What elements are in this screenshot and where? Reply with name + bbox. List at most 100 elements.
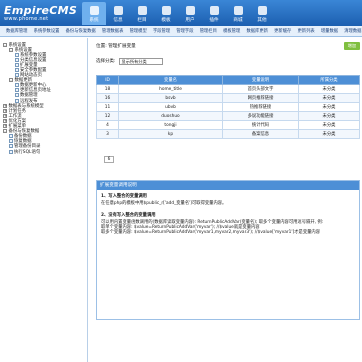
explain-section-2: 2、没有写入整合的变量调用 可以用内置变量函数调用的(数据库读取变量内容): R… bbox=[97, 209, 359, 238]
main-panel: 位置: 管理扩展变量 增加 选择分类: 显示所有分类 ID 变量名 变量说明 所… bbox=[92, 38, 360, 362]
topnav-label: 插件 bbox=[209, 18, 219, 23]
page-icon bbox=[15, 83, 19, 88]
table-row[interactable]: 12 duoshuo 多说功能链接 未分类 bbox=[96, 111, 360, 121]
table-row[interactable]: 3 kp 备案信息 未分类 bbox=[96, 129, 360, 139]
submenu-item[interactable]: 模板管理 bbox=[223, 28, 240, 34]
topnav-label: 用户 bbox=[185, 18, 195, 23]
tree-leaf[interactable]: 执行SQL语句 bbox=[3, 149, 84, 155]
topnav-label: 栏目 bbox=[137, 18, 147, 23]
expand-icon[interactable]: + bbox=[3, 108, 7, 113]
page-icon bbox=[15, 93, 19, 98]
sub-menu-bar: 数据库管理 系统参数设置 备份与恢复数据 管理数据表 管理模型 字段管理 管理字… bbox=[0, 26, 362, 37]
page-icon bbox=[15, 68, 19, 73]
section-text: 取多个变量内容: $value=ReturnPublicAddVar('myva… bbox=[101, 230, 321, 236]
shop-icon bbox=[233, 6, 243, 15]
variables-table: ID 变量名 变量说明 所属分类 18 home_title 首页头部文字 未分… bbox=[96, 75, 360, 139]
cell-name[interactable]: home_title bbox=[118, 84, 223, 94]
expand-icon[interactable]: + bbox=[3, 118, 7, 123]
section-text: 在任意php的模板中用$public_r['add_变量名']可取得变量内容。 bbox=[101, 201, 227, 207]
submenu-item[interactable]: 增量数据 bbox=[321, 28, 338, 34]
cell-name[interactable]: bsvb bbox=[118, 93, 223, 103]
category-select[interactable]: 显示所有分类 bbox=[118, 58, 163, 65]
submenu-item[interactable]: 备份与恢复数据 bbox=[66, 28, 96, 34]
cell-category: 未分类 bbox=[298, 111, 360, 121]
header-bar: EmpireCMS www.phome.net 系统 信息 栏目 模板 用户 插… bbox=[0, 0, 362, 26]
table-row[interactable]: 18 home_title 首页头部文字 未分类 bbox=[96, 84, 360, 94]
submenu-item[interactable]: 更新列表 bbox=[298, 28, 315, 34]
submenu-item[interactable]: 管理字段 bbox=[176, 28, 193, 34]
topnav-template[interactable]: 模板 bbox=[154, 2, 178, 25]
submenu-item[interactable]: 管理模型 bbox=[130, 28, 147, 34]
collapse-icon[interactable]: - bbox=[9, 78, 13, 83]
filter-label: 选择分类: bbox=[96, 59, 116, 65]
submenu-item[interactable]: 管理数据表 bbox=[102, 28, 123, 34]
topnav-system[interactable]: 系统 bbox=[82, 2, 106, 25]
column-header[interactable]: 变量名 bbox=[118, 75, 223, 85]
topnav-plugin[interactable]: 插件 bbox=[202, 2, 226, 25]
section-title: 2、没有写入整合的变量调用 bbox=[101, 212, 156, 218]
expand-icon[interactable]: + bbox=[3, 113, 7, 118]
table-row[interactable]: 11 ubvb 热推荐链接 未分类 bbox=[96, 102, 360, 112]
page-icon bbox=[9, 134, 13, 139]
usage-explanation-panel: 扩展变量调用说明 1、写入整合的变量调用 在任意php的模板中用$public_… bbox=[96, 180, 360, 320]
cell-id: 11 bbox=[96, 102, 119, 112]
topnav-column[interactable]: 栏目 bbox=[130, 2, 154, 25]
collapse-icon[interactable]: - bbox=[3, 129, 7, 134]
plugin-icon bbox=[209, 6, 219, 15]
topnav-label: 其他 bbox=[257, 18, 267, 23]
cell-name[interactable]: ubvb bbox=[118, 102, 223, 112]
topnav-label: 系统 bbox=[89, 18, 99, 23]
cell-category: 未分类 bbox=[298, 102, 360, 112]
submenu-item[interactable]: 管理栏目 bbox=[200, 28, 217, 34]
topnav-user[interactable]: 用户 bbox=[178, 2, 202, 25]
topnav-label: 商城 bbox=[233, 18, 243, 23]
column-header[interactable]: 变量说明 bbox=[222, 75, 299, 85]
cell-category: 未分类 bbox=[298, 120, 360, 130]
expand-icon[interactable]: + bbox=[3, 124, 7, 129]
page-icon bbox=[15, 62, 19, 67]
cell-id: 4 bbox=[96, 120, 119, 130]
table-row[interactable]: 4 tongji 统计代码 未分类 bbox=[96, 120, 360, 130]
expand-icon[interactable]: + bbox=[3, 103, 7, 108]
cell-name[interactable]: tongji bbox=[118, 120, 223, 130]
topnav-label: 模板 bbox=[161, 18, 171, 23]
breadcrumb: 位置: 管理扩展变量 bbox=[96, 44, 136, 49]
cell-name[interactable]: kp bbox=[118, 129, 223, 139]
collapse-icon[interactable]: - bbox=[9, 47, 13, 52]
sidebar-tree: - 系统设置 - 系统设置 系统参数设置 分类信息设置 扩展变量 安全参数配置 网站… bbox=[0, 38, 88, 362]
column-header[interactable]: 所属分类 bbox=[298, 75, 360, 85]
submenu-item[interactable]: 字段管理 bbox=[153, 28, 170, 34]
topnav-info[interactable]: 信息 bbox=[106, 2, 130, 25]
panel-title: 扩展变量调用说明 bbox=[97, 181, 359, 190]
table-row[interactable]: 16 bsvb 网页推荐链接 未分类 bbox=[96, 93, 360, 103]
collapse-icon[interactable]: - bbox=[3, 42, 7, 47]
other-icon bbox=[257, 6, 267, 15]
submenu-item[interactable]: 数据库更新 bbox=[246, 28, 267, 34]
submenu-item[interactable]: 系统参数设置 bbox=[34, 28, 60, 34]
page-icon bbox=[15, 57, 19, 62]
explain-section-1: 1、写入整合的变量调用 在任意php的模板中用$public_r['add_变量… bbox=[97, 190, 359, 209]
cell-desc: 多说功能链接 bbox=[222, 111, 299, 121]
add-button[interactable]: 增加 bbox=[344, 42, 360, 50]
cell-category: 未分类 bbox=[298, 84, 360, 94]
topnav-label: 信息 bbox=[113, 18, 123, 23]
tree-label: 执行SQL语句 bbox=[14, 149, 41, 155]
cell-id: 12 bbox=[96, 111, 119, 121]
cell-category: 未分类 bbox=[298, 93, 360, 103]
column-icon bbox=[137, 6, 147, 15]
page-icon bbox=[9, 144, 13, 149]
cell-name[interactable]: duoshuo bbox=[118, 111, 223, 121]
topnav-other[interactable]: 其他 bbox=[250, 2, 274, 25]
cell-id: 16 bbox=[96, 93, 119, 103]
template-icon bbox=[161, 6, 171, 15]
cell-desc: 首页头部文字 bbox=[222, 84, 299, 94]
cell-desc: 热推荐链接 bbox=[222, 102, 299, 112]
info-icon bbox=[113, 6, 123, 15]
cell-id: 18 bbox=[96, 84, 119, 94]
page-number[interactable]: 6 bbox=[104, 156, 114, 163]
submenu-item[interactable]: 清理数据 bbox=[344, 28, 361, 34]
column-header[interactable]: ID bbox=[96, 75, 119, 85]
submenu-item[interactable]: 数据库管理 bbox=[6, 28, 27, 34]
submenu-item[interactable]: 更新缓存 bbox=[274, 28, 291, 34]
topnav-shop[interactable]: 商城 bbox=[226, 2, 250, 25]
